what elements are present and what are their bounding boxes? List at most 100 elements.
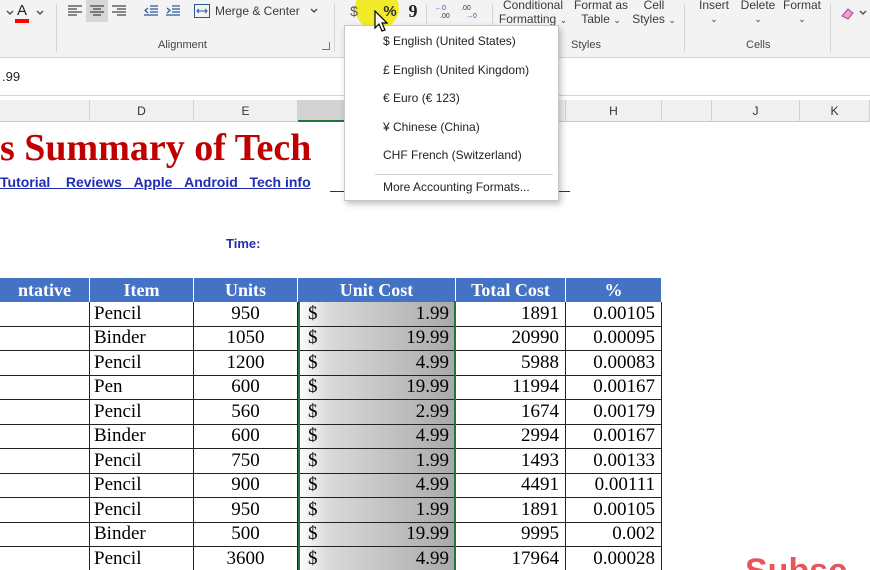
conditional-formatting-button[interactable]: Conditional Formatting ⌄ (496, 0, 570, 27)
decrease-indent-button[interactable] (140, 0, 162, 22)
cell-representative[interactable] (0, 424, 90, 449)
format-button[interactable]: Format ⌄ (780, 0, 824, 26)
cell-units[interactable]: 900 (194, 473, 298, 498)
cell-total-cost[interactable]: 17964 (456, 547, 566, 570)
menu-item-usd[interactable]: $ English (United States) (383, 34, 516, 48)
column-header-j[interactable]: J (712, 100, 800, 122)
cell-item[interactable]: Pencil (90, 473, 194, 498)
cell-total-cost[interactable]: 2994 (456, 424, 566, 449)
format-as-table-button[interactable]: Format as Table ⌄ (570, 0, 632, 27)
cell-units[interactable]: 500 (194, 522, 298, 547)
clear-button[interactable] (838, 2, 868, 24)
cell-percent[interactable]: 0.00028 (566, 547, 662, 570)
cell-total-cost[interactable]: 9995 (456, 522, 566, 547)
cell-representative[interactable] (0, 326, 90, 351)
font-color-button[interactable]: A (10, 0, 34, 23)
header-total-cost[interactable]: Total Cost (456, 278, 566, 302)
column-header-d[interactable]: D (90, 100, 194, 122)
cell-units[interactable]: 950 (194, 302, 298, 327)
cell-item[interactable]: Pencil (90, 449, 194, 474)
cell-representative[interactable] (0, 302, 90, 327)
menu-item-chf[interactable]: CHF French (Switzerland) (383, 148, 522, 162)
cell-representative[interactable] (0, 400, 90, 425)
column-header-c[interactable] (0, 100, 90, 122)
cell-units[interactable]: 1050 (194, 326, 298, 351)
column-header-k[interactable]: K (800, 100, 870, 122)
cell-item[interactable]: Binder (90, 522, 194, 547)
cell-percent[interactable]: 0.00111 (566, 473, 662, 498)
delete-button[interactable]: Delete ⌄ (736, 0, 780, 26)
comma-style-button[interactable]: 9 (403, 0, 423, 22)
cell-units[interactable]: 600 (194, 375, 298, 400)
cell-total-cost[interactable]: 1891 (456, 498, 566, 523)
cell-item[interactable]: Binder (90, 326, 194, 351)
cell-percent[interactable]: 0.00095 (566, 326, 662, 351)
cell-units[interactable]: 600 (194, 424, 298, 449)
alignment-dialog-launcher[interactable] (322, 42, 330, 50)
header-percent[interactable]: % (566, 278, 662, 302)
increase-decimal-button[interactable]: ←0.00 (432, 0, 456, 22)
menu-item-cny[interactable]: ¥ Chinese (China) (383, 120, 480, 134)
cell-units[interactable]: 3600 (194, 547, 298, 570)
cell-item[interactable]: Pencil (90, 547, 194, 570)
column-header-h[interactable]: H (566, 100, 662, 122)
column-header-e[interactable]: E (194, 100, 298, 122)
cell-representative[interactable] (0, 449, 90, 474)
cell-representative[interactable] (0, 498, 90, 523)
cell-units[interactable]: 750 (194, 449, 298, 474)
insert-button[interactable]: Insert ⌄ (694, 0, 734, 26)
cell-unit-cost[interactable]: $1.99 (298, 498, 456, 523)
cell-item[interactable]: Pencil (90, 498, 194, 523)
increase-indent-button[interactable] (162, 0, 184, 22)
cell-unit-cost[interactable]: $4.99 (298, 547, 456, 570)
align-right-button[interactable] (108, 0, 130, 22)
cell-representative[interactable] (0, 351, 90, 376)
cell-percent[interactable]: 0.002 (566, 522, 662, 547)
cell-unit-cost[interactable]: $4.99 (298, 473, 456, 498)
cell-total-cost[interactable]: 4491 (456, 473, 566, 498)
cell-unit-cost[interactable]: $2.99 (298, 400, 456, 425)
align-center-button[interactable] (86, 0, 108, 22)
cell-units[interactable]: 1200 (194, 351, 298, 376)
cell-unit-cost[interactable]: $1.99 (298, 449, 456, 474)
cell-percent[interactable]: 0.00167 (566, 375, 662, 400)
header-unit-cost[interactable]: Unit Cost (298, 278, 456, 302)
cell-percent[interactable]: 0.00179 (566, 400, 662, 425)
cell-representative[interactable] (0, 473, 90, 498)
cell-item[interactable]: Pencil (90, 400, 194, 425)
cell-styles-button[interactable]: Cell Styles ⌄ (632, 0, 676, 27)
header-units[interactable]: Units (194, 278, 298, 302)
cell-unit-cost[interactable]: $19.99 (298, 375, 456, 400)
cell-item[interactable]: Binder (90, 424, 194, 449)
menu-item-gbp[interactable]: £ English (United Kingdom) (383, 63, 529, 77)
cell-total-cost[interactable]: 20990 (456, 326, 566, 351)
cell-unit-cost[interactable]: $4.99 (298, 351, 456, 376)
cell-units[interactable]: 560 (194, 400, 298, 425)
cell-unit-cost[interactable]: $19.99 (298, 326, 456, 351)
cell-representative[interactable] (0, 375, 90, 400)
cell-percent[interactable]: 0.00105 (566, 498, 662, 523)
cell-unit-cost[interactable]: $1.99 (298, 302, 456, 327)
cell-total-cost[interactable]: 1493 (456, 449, 566, 474)
cell-total-cost[interactable]: 1674 (456, 400, 566, 425)
cell-unit-cost[interactable]: $19.99 (298, 522, 456, 547)
accounting-format-button[interactable]: $ (344, 0, 364, 22)
cell-item[interactable]: Pen (90, 375, 194, 400)
header-item[interactable]: Item (90, 278, 194, 302)
cell-total-cost[interactable]: 11994 (456, 375, 566, 400)
decrease-decimal-button[interactable]: .00 →0 (458, 0, 482, 22)
cell-percent[interactable]: 0.00133 (566, 449, 662, 474)
cell-percent[interactable]: 0.00083 (566, 351, 662, 376)
cell-item[interactable]: Pencil (90, 302, 194, 327)
cell-total-cost[interactable]: 1891 (456, 302, 566, 327)
cell-item[interactable]: Pencil (90, 351, 194, 376)
cell-unit-cost[interactable]: $4.99 (298, 424, 456, 449)
cell-units[interactable]: 950 (194, 498, 298, 523)
menu-item-euro[interactable]: € Euro (€ 123) (383, 91, 460, 105)
cell-representative[interactable] (0, 522, 90, 547)
menu-item-more-formats[interactable]: More Accounting Formats... (383, 180, 530, 194)
align-left-button[interactable] (64, 0, 86, 22)
cell-percent[interactable]: 0.00167 (566, 424, 662, 449)
merge-center-button[interactable]: Merge & Center (194, 0, 324, 22)
cell-percent[interactable]: 0.00105 (566, 302, 662, 327)
